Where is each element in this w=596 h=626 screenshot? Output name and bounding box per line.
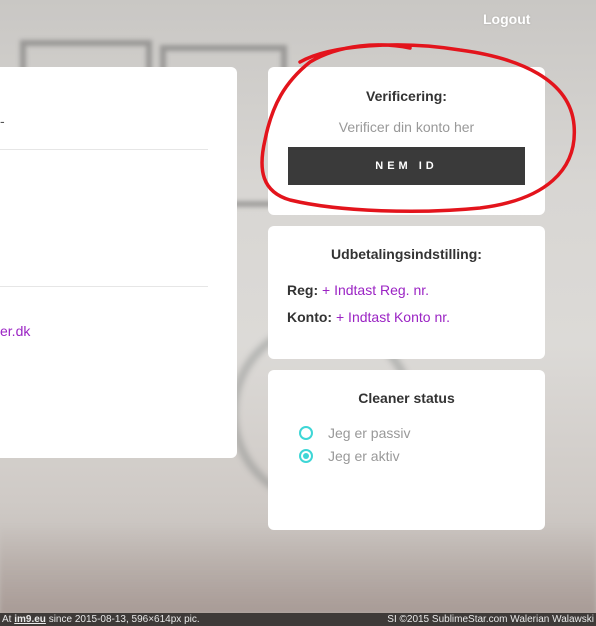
verification-subtitle: Verificer din konto her	[338, 119, 475, 135]
verification-title: Verificering:	[366, 88, 447, 104]
add-reg-number-link[interactable]: + Indtast Reg. nr.	[322, 282, 429, 298]
payout-settings-card: Udbetalingsindstilling: Reg: + Indtast R…	[268, 226, 545, 359]
account-label: Konto:	[287, 309, 333, 325]
background-floor	[0, 524, 596, 614]
radio-active[interactable]	[299, 449, 313, 463]
status-option-label: Jeg er aktiv	[328, 448, 400, 464]
divider	[0, 286, 208, 287]
logout-link[interactable]: Logout	[483, 11, 530, 27]
reg-row: Reg: + Indtast Reg. nr.	[287, 282, 429, 298]
account-row: Konto: + Indtast Konto nr.	[287, 309, 450, 325]
status-option-active[interactable]: Jeg er aktiv	[299, 448, 400, 464]
footer-left: At im9.eu since 2015-08-13, 596×614px pi…	[2, 614, 200, 625]
nem-id-button[interactable]: NEM ID	[288, 147, 525, 185]
reg-label: Reg:	[287, 282, 319, 298]
status-option-passive[interactable]: Jeg er passiv	[299, 425, 410, 441]
footer-site: im9.eu	[14, 614, 46, 625]
radio-passive[interactable]	[299, 426, 313, 440]
add-account-number-link[interactable]: + Indtast Konto nr.	[336, 309, 450, 325]
cleaner-status-title: Cleaner status	[358, 390, 455, 406]
payout-title: Udbetalingsindstilling:	[331, 246, 482, 262]
profile-card: - er.dk	[0, 67, 237, 458]
truncated-text: -	[0, 113, 5, 129]
footer-right: SI ©2015 SublimeStar.com Walerian Walaws…	[387, 614, 594, 625]
watermark-footer: At im9.eu since 2015-08-13, 596×614px pi…	[0, 613, 596, 626]
divider	[0, 149, 208, 150]
verification-card: Verificering: Verificer din konto her NE…	[268, 67, 545, 215]
status-option-label: Jeg er passiv	[328, 425, 411, 441]
cleaner-status-card: Cleaner status Jeg er passiv Jeg er akti…	[268, 370, 545, 530]
email-link[interactable]: er.dk	[0, 323, 30, 339]
